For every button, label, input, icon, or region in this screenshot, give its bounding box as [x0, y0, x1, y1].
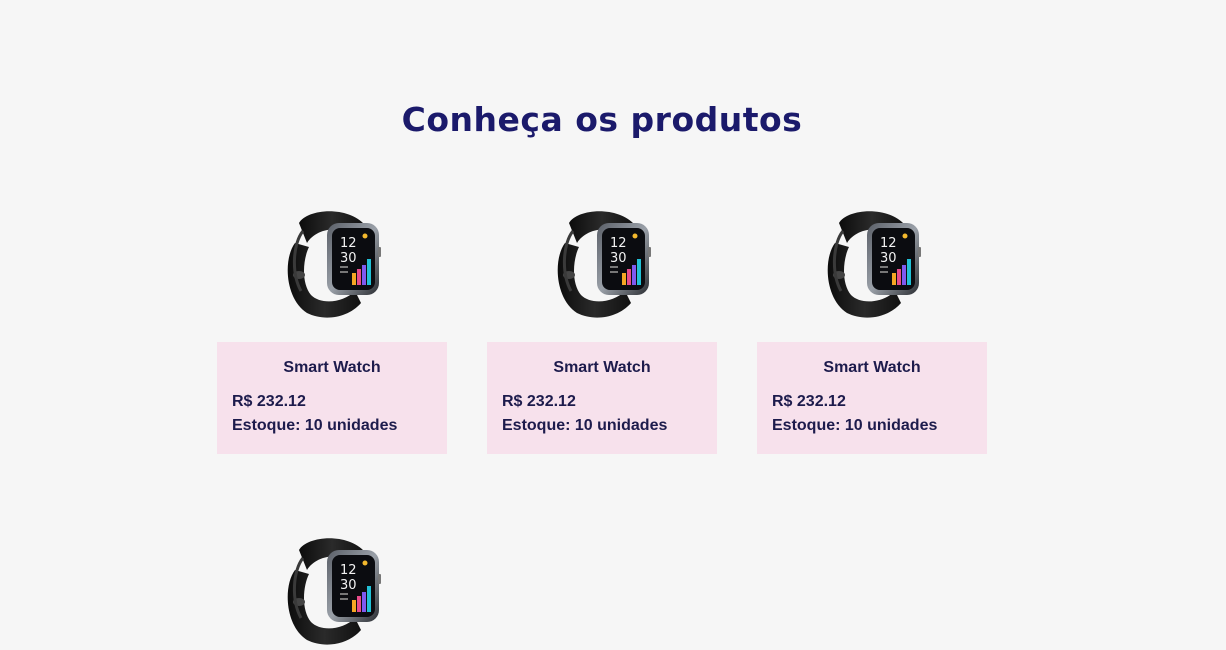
- svg-text:12: 12: [340, 563, 357, 578]
- product-price: R$ 232.12: [232, 393, 306, 410]
- product-grid: 12 30 Smart Watch R$ 232.12 Estoque: 10 …: [217, 203, 987, 650]
- svg-text:30: 30: [880, 251, 897, 266]
- smartwatch-image: 12 30: [827, 211, 921, 318]
- svg-text:30: 30: [340, 251, 357, 266]
- product-stock: Estoque: 10 unidades: [772, 417, 938, 434]
- product-card[interactable]: 12 30 Smart Watch R$ 232.12 Estoque: 10 …: [487, 203, 717, 454]
- svg-text:12: 12: [610, 236, 627, 251]
- product-stock: Estoque: 10 unidades: [502, 417, 668, 434]
- product-name: Smart Watch: [283, 359, 381, 376]
- product-price: R$ 232.12: [502, 393, 576, 410]
- product-info: Smart Watch R$ 232.12 Estoque: 10 unidad…: [217, 342, 447, 454]
- svg-text:12: 12: [340, 236, 357, 251]
- product-price: R$ 232.12: [772, 393, 846, 410]
- product-card[interactable]: 12 30: [217, 530, 447, 650]
- product-info: Smart Watch R$ 232.12 Estoque: 10 unidad…: [757, 342, 987, 454]
- product-card[interactable]: 12 30 Smart Watch R$ 232.12 Estoque: 10 …: [757, 203, 987, 454]
- smartwatch-image: 12 30: [287, 538, 381, 645]
- section-title: Conheça os produtos: [401, 100, 803, 139]
- smartwatch-image: 12 30: [287, 211, 381, 318]
- svg-text:12: 12: [880, 236, 897, 251]
- product-info: Smart Watch R$ 232.12 Estoque: 10 unidad…: [487, 342, 717, 454]
- svg-text:30: 30: [610, 251, 627, 266]
- product-name: Smart Watch: [553, 359, 651, 376]
- smartwatch-image: 12 30: [557, 211, 651, 318]
- svg-text:30: 30: [340, 578, 357, 593]
- product-name: Smart Watch: [823, 359, 921, 376]
- product-stock: Estoque: 10 unidades: [232, 417, 398, 434]
- product-card[interactable]: 12 30 Smart Watch R$ 232.12 Estoque: 10 …: [217, 203, 447, 454]
